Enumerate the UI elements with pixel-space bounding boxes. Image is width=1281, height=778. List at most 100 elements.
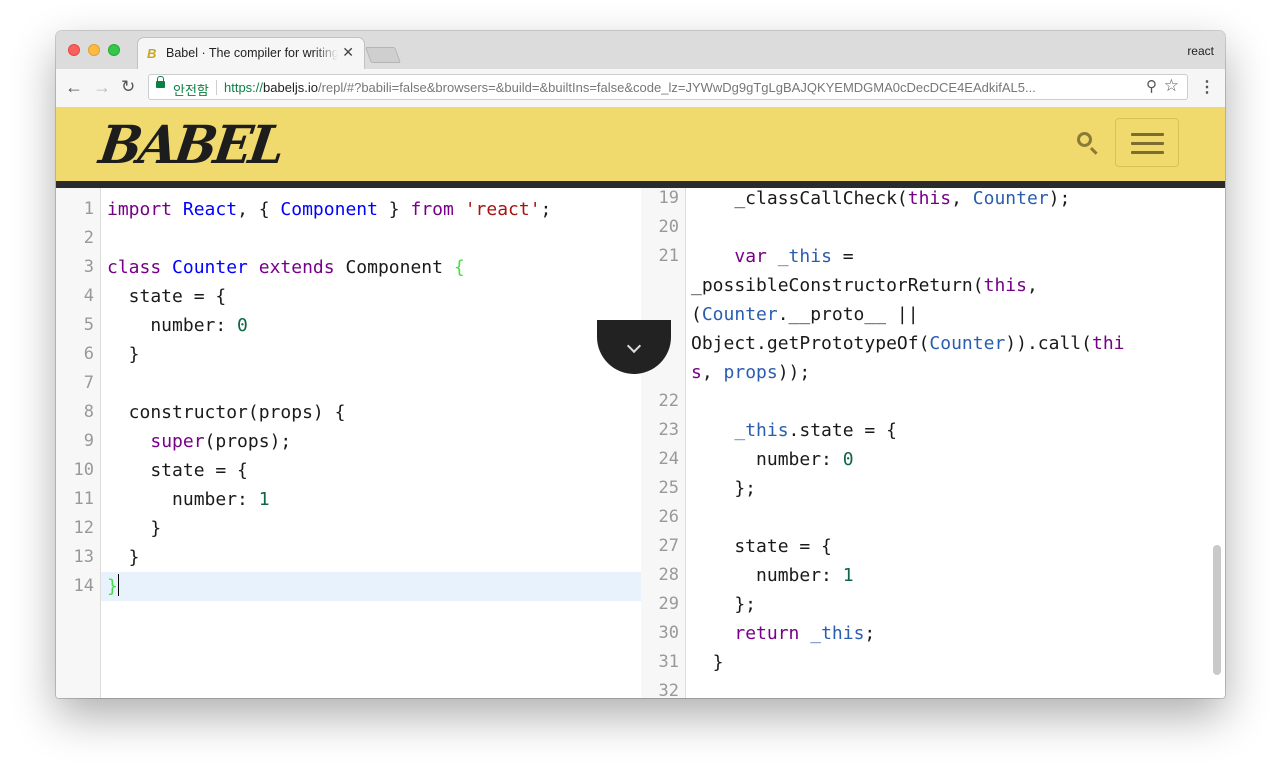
token-text: ( — [691, 304, 702, 325]
line-number: 29 — [658, 594, 679, 614]
token-variable: props — [723, 362, 778, 383]
token-keyword: var — [734, 246, 767, 267]
url-path: /repl/#?babili=false&browsers=&build=&bu… — [317, 80, 1036, 95]
new-tab-button[interactable] — [365, 47, 401, 63]
token-text: )).call( — [1005, 333, 1092, 354]
token-def: React — [182, 199, 238, 220]
code-line: class Counter extends Component { — [107, 253, 465, 282]
token-keyword: super — [150, 431, 205, 452]
code-line: } — [107, 518, 162, 539]
text-cursor — [117, 574, 119, 596]
profile-name[interactable]: react — [1187, 44, 1214, 58]
token-keyword: extends — [258, 257, 335, 278]
line-number: 10 — [73, 460, 94, 480]
token-text: number: — [107, 315, 238, 336]
token-bracket: } — [107, 576, 118, 597]
code-line: state = { — [107, 286, 227, 307]
code-line: (Counter.__proto__ || — [691, 300, 919, 329]
code-line: return _this; — [691, 619, 875, 648]
line-number: 27 — [658, 536, 679, 556]
line-number: 9 — [83, 431, 94, 451]
token-variable: Counter — [929, 333, 1006, 354]
token-def: Counter — [172, 257, 248, 278]
babel-logo[interactable]: BABEL — [96, 114, 286, 176]
code-line: super(props); — [107, 427, 291, 456]
token-number: 0 — [237, 315, 248, 336]
code-line: constructor(props) { — [107, 402, 346, 423]
token-keyword: thi — [1091, 333, 1125, 354]
token-number: 1 — [842, 565, 854, 586]
url-scheme: https:// — [224, 80, 264, 95]
token-keyword: return — [734, 623, 800, 644]
token-bracket: { — [453, 257, 465, 278]
token-text: , — [1026, 275, 1038, 296]
lock-icon — [156, 76, 165, 88]
code-line: _classCallCheck(this, Counter); — [691, 188, 1070, 213]
token-variable: Counter — [701, 304, 778, 325]
code-line: number: 0 — [107, 311, 248, 340]
line-number: 24 — [658, 449, 679, 469]
token-text: ; — [864, 623, 876, 644]
reload-icon[interactable]: ↻ — [121, 77, 135, 97]
line-number: 7 — [83, 373, 94, 393]
code-line: } — [107, 344, 140, 365]
header-divider — [56, 181, 1225, 188]
token-text: .__proto__ || — [777, 304, 919, 325]
line-number: 32 — [658, 681, 679, 698]
token-variable: _this — [810, 623, 865, 644]
code-line: } — [107, 547, 140, 568]
browser-tab-babel[interactable]: B Babel · The compiler for writing next … — [138, 38, 364, 69]
source-editor[interactable]: 1 2 3 4 5 6 7 8 9 10 11 12 13 14 import … — [56, 188, 641, 698]
code-line: number: 0 — [691, 445, 854, 474]
line-number: 22 — [658, 391, 679, 411]
token-keyword: this — [983, 275, 1027, 296]
code-line: } — [107, 572, 119, 601]
bookmark-star-icon[interactable]: ☆ — [1164, 76, 1179, 96]
code-line: state = { — [691, 536, 832, 557]
token-text: _classCallCheck( — [691, 188, 908, 209]
url-host: babeljs.io — [263, 80, 318, 95]
token-number: 0 — [842, 449, 854, 470]
token-text: , — [951, 188, 973, 209]
forward-arrow-icon[interactable]: → — [93, 77, 111, 97]
code-line: }; — [691, 594, 757, 615]
output-scrollbar[interactable] — [1213, 545, 1221, 675]
browser-toolbar: ← → ↻ 안전함 https://babeljs.io/repl/#?babi… — [56, 69, 1225, 108]
line-number: 6 — [83, 344, 94, 364]
window-close-button[interactable] — [68, 44, 80, 56]
token-text: number: — [107, 489, 259, 510]
token-text: _possibleConstructorReturn( — [691, 275, 984, 296]
token-text: .state = { — [788, 420, 897, 441]
back-arrow-icon[interactable]: ← — [65, 77, 83, 97]
token-variable: _this — [777, 246, 832, 267]
hamburger-menu-button[interactable] — [1115, 118, 1179, 167]
line-number: 2 — [83, 228, 94, 248]
line-number: 21 — [658, 246, 679, 266]
line-number: 26 — [658, 507, 679, 527]
window-maximize-button[interactable] — [108, 44, 120, 56]
token-variable: Counter — [972, 188, 1049, 209]
line-number: 5 — [83, 315, 94, 335]
search-icon[interactable] — [1077, 132, 1092, 147]
line-number: 31 — [658, 652, 679, 672]
code-line: } — [691, 652, 724, 673]
code-line: }; — [691, 478, 757, 499]
line-number: 4 — [83, 286, 94, 306]
tab-close-icon[interactable]: ✕ — [342, 44, 354, 61]
url-text[interactable]: https://babeljs.io/repl/#?babili=false&b… — [224, 80, 1134, 95]
token-text: Object.getPrototypeOf( — [691, 333, 930, 354]
token-text: )); — [777, 362, 811, 383]
hamburger-line — [1131, 151, 1164, 154]
token-text: = — [831, 246, 854, 267]
browser-window: B Babel · The compiler for writing next … — [56, 31, 1225, 698]
line-number: 28 — [658, 565, 679, 585]
window-minimize-button[interactable] — [88, 44, 100, 56]
browser-menu-icon[interactable]: ⋮ — [1199, 77, 1215, 97]
output-editor[interactable]: 19 20 21 22 23 24 25 26 27 28 29 30 31 3… — [641, 188, 1225, 698]
token-variable: Component — [345, 257, 443, 278]
token-keyword: from — [410, 199, 454, 220]
zoom-icon[interactable]: ⚲ — [1146, 77, 1157, 95]
token-number: 1 — [258, 489, 270, 510]
address-bar[interactable]: 안전함 https://babeljs.io/repl/#?babili=fal… — [148, 74, 1188, 100]
token-keyword: import — [107, 199, 173, 220]
